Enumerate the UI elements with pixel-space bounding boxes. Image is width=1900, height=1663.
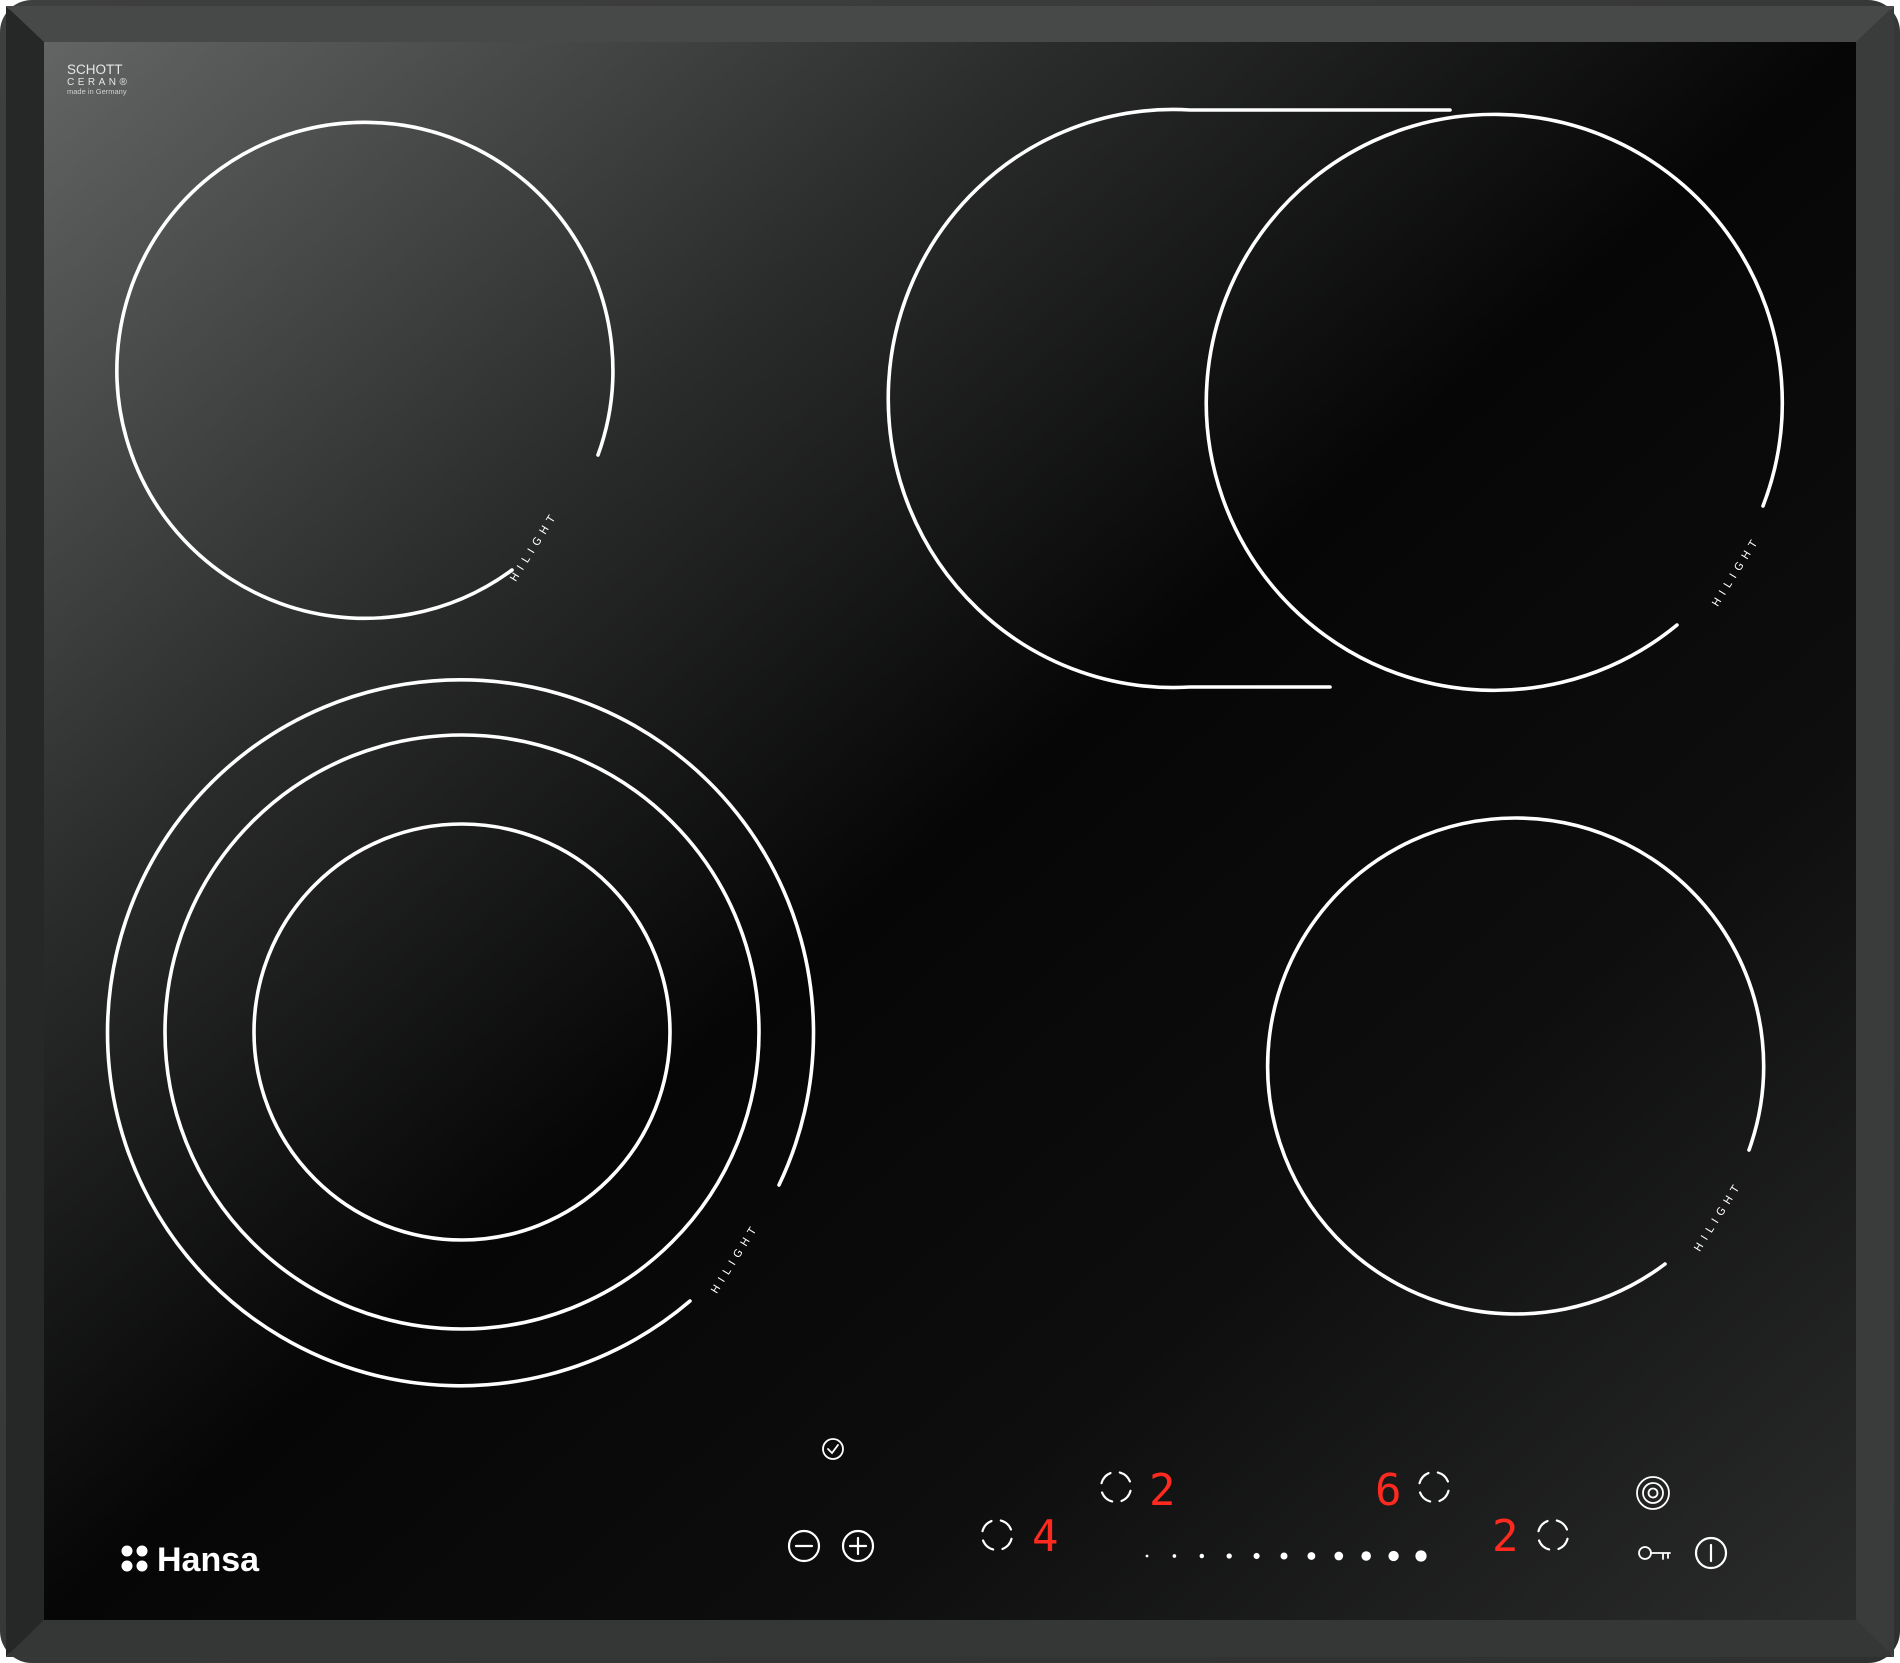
slider-dot[interactable] xyxy=(1226,1553,1232,1559)
frame-bevel-left xyxy=(6,6,44,1657)
schott-ceran-logo: SCHOTT CERAN® made in Germany xyxy=(67,62,127,96)
rear-left-zone-display: 2 xyxy=(1149,1465,1176,1516)
slider-dot[interactable] xyxy=(1388,1550,1399,1562)
front-right-zone-display: 2 xyxy=(1492,1511,1519,1562)
frame-bevel-right xyxy=(1856,6,1894,1657)
slider-dot[interactable] xyxy=(1307,1552,1316,1560)
slider-dot[interactable] xyxy=(1199,1553,1205,1559)
rear-right-zone-display: 6 xyxy=(1375,1465,1402,1516)
slider-dot[interactable] xyxy=(1253,1552,1260,1560)
cooktop: SCHOTT CERAN® made in Germany HILIGHT HI… xyxy=(0,0,1900,1663)
brand-name: Hansa xyxy=(157,1541,260,1579)
slider-dot[interactable] xyxy=(1415,1550,1427,1562)
frame-bevel-bottom xyxy=(6,1620,1894,1657)
schott-logo-line1: SCHOTT xyxy=(67,62,123,77)
schott-logo-line3: made in Germany xyxy=(67,87,127,96)
slider-dot[interactable] xyxy=(1145,1554,1149,1558)
slider-dot[interactable] xyxy=(1334,1551,1344,1561)
slider-dot[interactable] xyxy=(1172,1554,1177,1558)
slider-dot[interactable] xyxy=(1361,1551,1371,1561)
front-left-zone-display: 4 xyxy=(1032,1511,1059,1562)
glass-surface xyxy=(44,42,1856,1620)
slider-dot[interactable] xyxy=(1280,1552,1288,1560)
frame-bevel-top xyxy=(6,6,1894,42)
